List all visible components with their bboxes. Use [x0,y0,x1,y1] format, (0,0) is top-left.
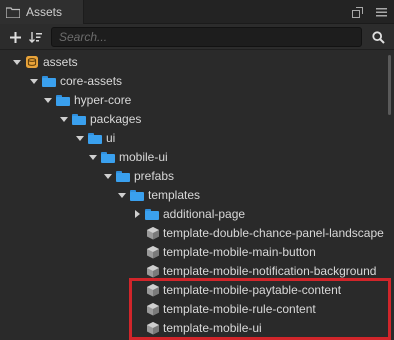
tree-item-prefab[interactable]: template-mobile-main-button [0,243,386,261]
prefab-cube-icon [147,227,159,240]
expand-arrow-icon[interactable] [59,114,69,124]
expand-arrow-icon[interactable] [12,57,22,67]
hamburger-menu-icon[interactable] [374,5,388,19]
search-input[interactable]: Search... [51,27,362,47]
tree-item-core-assets[interactable]: core-assets [0,72,386,90]
tree-item-label: template-mobile-rule-content [163,302,316,316]
folder-icon [116,170,130,182]
tree-scrollbar[interactable] [386,51,394,340]
prefab-cube-icon [147,246,159,259]
tree-item-label: template-double-chance-panel-landscape [163,226,384,240]
tree-item-label: core-assets [60,74,123,88]
add-icon[interactable] [7,29,23,45]
panel-titlebar: Assets [0,0,394,24]
tree-item-label: hyper-core [74,93,132,107]
tree-item-prefab[interactable]: template-mobile-ui [0,319,386,337]
folder-icon [101,151,115,163]
tree-item-label: packages [90,112,142,126]
tree-item-hyper-core[interactable]: hyper-core [0,91,386,109]
tree-item-prefab[interactable]: template-mobile-notification-background [0,262,386,280]
tree-item-prefab[interactable]: template-mobile-rule-content [0,300,386,318]
expand-arrow-icon[interactable] [117,190,127,200]
tree-item-label: ui [106,131,116,145]
expand-arrow-icon[interactable] [75,133,85,143]
database-icon [26,56,38,68]
assets-folder-icon [5,6,21,19]
tree-item-assets[interactable]: assets [0,53,386,71]
tree-item-label: assets [43,55,78,69]
tree-item-label: template-mobile-ui [163,321,262,335]
expand-arrow-icon[interactable] [43,95,53,105]
collapsed-arrow-icon[interactable] [132,209,142,219]
expand-arrow-icon[interactable] [88,152,98,162]
asset-tree: assets core-assets hyper-core packages u… [0,51,386,340]
tree-item-ui[interactable]: ui [0,129,386,147]
tree-item-label: template-mobile-paytable-content [163,283,342,297]
assets-toolbar: Search... [0,24,394,50]
tree-item-packages[interactable]: packages [0,110,386,128]
folder-icon [130,189,144,201]
folder-icon [145,208,159,220]
sort-icon[interactable] [27,29,43,45]
prefab-cube-icon [147,284,159,297]
tree-item-prefab[interactable]: template-mobile-paytable-content [0,281,386,299]
tree-item-prefabs[interactable]: prefabs [0,167,386,185]
folder-icon [72,113,86,125]
tree-item-label: templates [148,188,201,202]
tree-item-label: prefabs [134,169,175,183]
popout-icon[interactable] [350,5,364,19]
folder-icon [88,132,102,144]
folder-icon [56,94,70,106]
prefab-cube-icon [147,303,159,316]
prefab-cube-icon [147,322,159,335]
tree-item-prefab[interactable]: template-double-chance-panel-landscape [0,224,386,242]
tree-item-templates[interactable]: templates [0,186,386,204]
expand-arrow-icon[interactable] [103,171,113,181]
tree-item-label: mobile-ui [119,150,168,164]
expand-arrow-icon[interactable] [29,76,39,86]
tree-item-label: template-mobile-notification-background [163,264,377,278]
tree-item-label: additional-page [163,207,246,221]
tree-item-label: template-mobile-main-button [163,245,316,259]
prefab-cube-icon [147,265,159,278]
folder-icon [42,75,56,87]
scrollbar-thumb[interactable] [388,55,391,115]
assets-tab[interactable]: Assets [0,0,84,24]
panel-title: Assets [26,5,63,19]
tree-item-additional-page[interactable]: additional-page [0,205,386,223]
tree-item-mobile-ui[interactable]: mobile-ui [0,148,386,166]
search-icon[interactable] [370,29,386,45]
